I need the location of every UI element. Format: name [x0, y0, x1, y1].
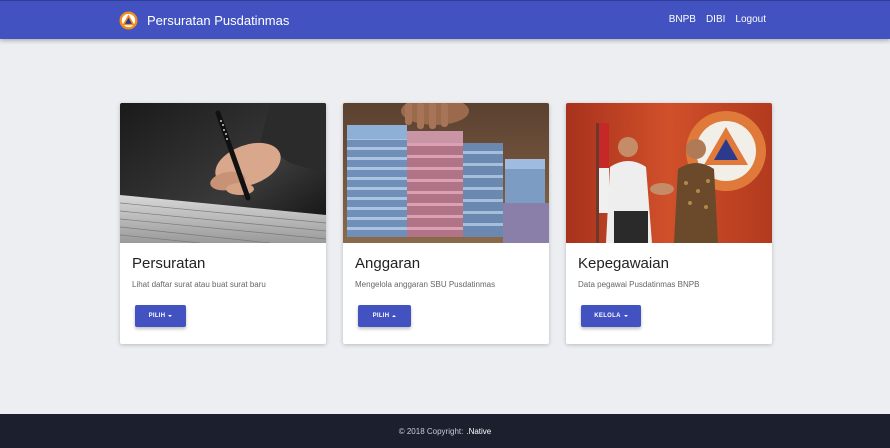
- card-title: Anggaran: [355, 255, 421, 272]
- pilih-dropdown-button[interactable]: PILIH: [358, 305, 411, 327]
- caret-up-icon: [392, 315, 397, 317]
- nav-link-logout[interactable]: Logout: [735, 14, 766, 25]
- nav-links: BNPB DIBI Logout: [669, 14, 766, 25]
- card-description: Mengelola anggaran SBU Pusdatinmas: [355, 280, 496, 289]
- nav-link-dibi[interactable]: DIBI: [706, 14, 725, 25]
- card-title: Persuratan: [132, 255, 206, 272]
- button-label: KELOLA: [594, 313, 621, 319]
- kelola-dropdown-button[interactable]: KELOLA: [581, 305, 641, 327]
- nav-link-bnpb[interactable]: BNPB: [669, 14, 696, 25]
- money-stacks-photo: [343, 103, 549, 243]
- button-label: PILIH: [148, 313, 166, 319]
- footer: © 2018 Copyright: .Native: [0, 414, 890, 448]
- caret-down-icon: [168, 315, 173, 317]
- card-description: Data pegawai Pusdatinmas BNPB: [578, 280, 700, 289]
- handshake-photo: [566, 103, 772, 243]
- brand-link[interactable]: Persuratan Pusdatinmas: [119, 10, 289, 30]
- app-title: Persuratan Pusdatinmas: [147, 12, 290, 28]
- card-persuratan: Persuratan Lihat daftar surat atau buat …: [120, 103, 326, 344]
- hand-writing-photo: [120, 103, 326, 243]
- footer-link-native[interactable]: .Native: [466, 427, 491, 436]
- footer-copyright: © 2018 Copyright:: [398, 426, 464, 436]
- pilih-dropdown-button[interactable]: PILIH: [135, 305, 186, 327]
- top-navbar: Persuratan Pusdatinmas BNPB DIBI Logout: [0, 0, 890, 39]
- bnpb-logo-icon: [119, 10, 138, 30]
- button-label: PILIH: [372, 313, 390, 319]
- card-anggaran: Anggaran Mengelola anggaran SBU Pusdatin…: [343, 103, 549, 344]
- card-description: Lihat daftar surat atau buat surat baru: [132, 280, 266, 289]
- card-title: Kepegawaian: [578, 255, 669, 272]
- caret-down-icon: [623, 315, 628, 317]
- card-kepegawaian: Kepegawaian Data pegawai Pusdatinmas BNP…: [566, 103, 772, 344]
